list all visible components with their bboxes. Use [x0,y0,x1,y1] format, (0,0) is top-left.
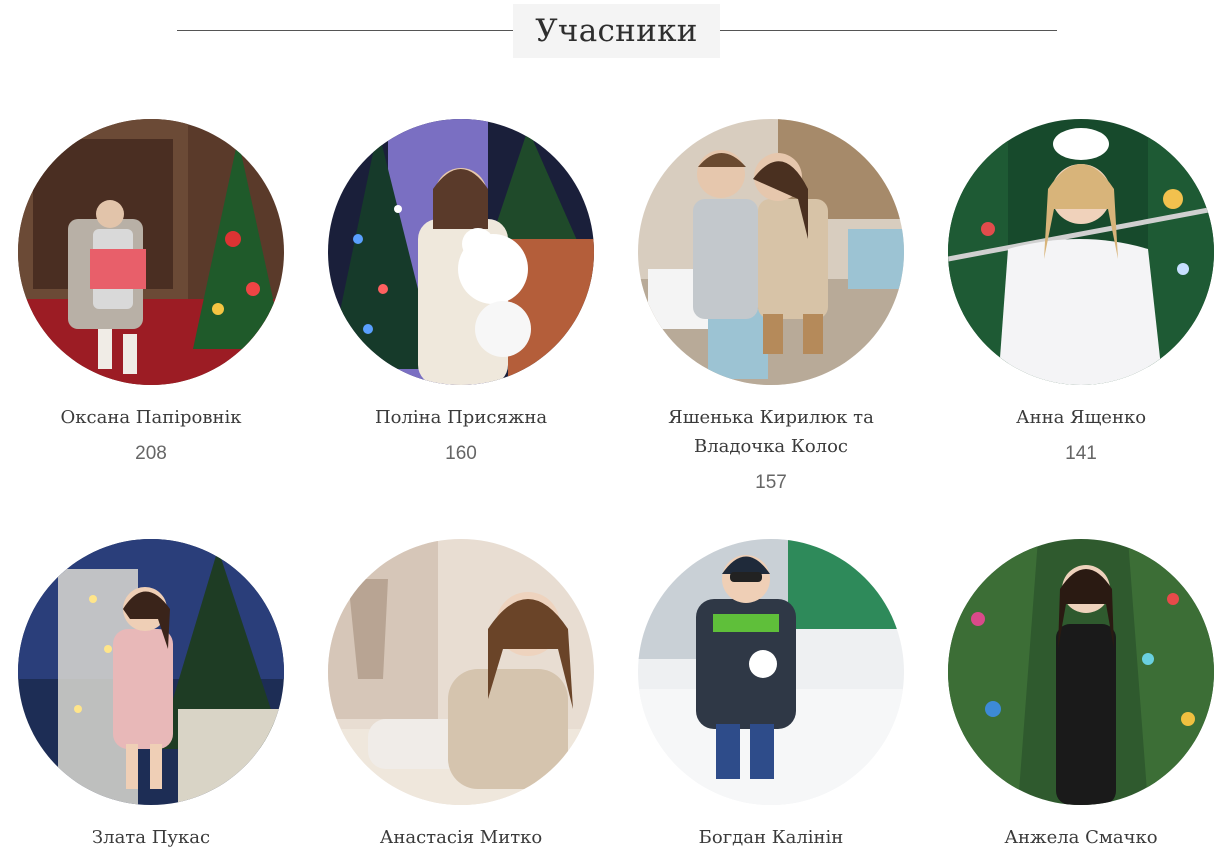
vote-count: 160 [445,443,477,464]
section-title: Учасники [513,4,720,58]
vote-count: 141 [1065,443,1097,464]
vote-count: 208 [135,443,167,464]
participant-photo[interactable] [948,539,1214,805]
participant-name[interactable]: Яшенька Кирилюк та Владочка Колос [618,403,924,461]
participant-photo[interactable] [638,119,904,385]
participant-name[interactable]: Богдан Калінін [618,823,924,852]
vote-count: 157 [755,472,787,493]
participant-photo[interactable] [18,539,284,805]
participant-name[interactable]: Поліна Присяжна [308,403,614,432]
participant-photo[interactable] [948,119,1214,385]
participant-photo[interactable] [328,539,594,805]
participant-name[interactable]: Оксана Папіровнік [0,403,304,432]
title-divider-left [177,30,513,31]
participant-photo[interactable] [638,539,904,805]
participant-photo[interactable] [328,119,594,385]
participant-photo[interactable] [18,119,284,385]
participant-name[interactable]: Анастасія Митко [308,823,614,852]
participant-name[interactable]: Анжела Смачко [928,823,1227,852]
participant-name[interactable]: Злата Пукас [0,823,304,852]
title-divider-right [720,30,1057,31]
participant-name[interactable]: Анна Ященко [928,403,1227,432]
